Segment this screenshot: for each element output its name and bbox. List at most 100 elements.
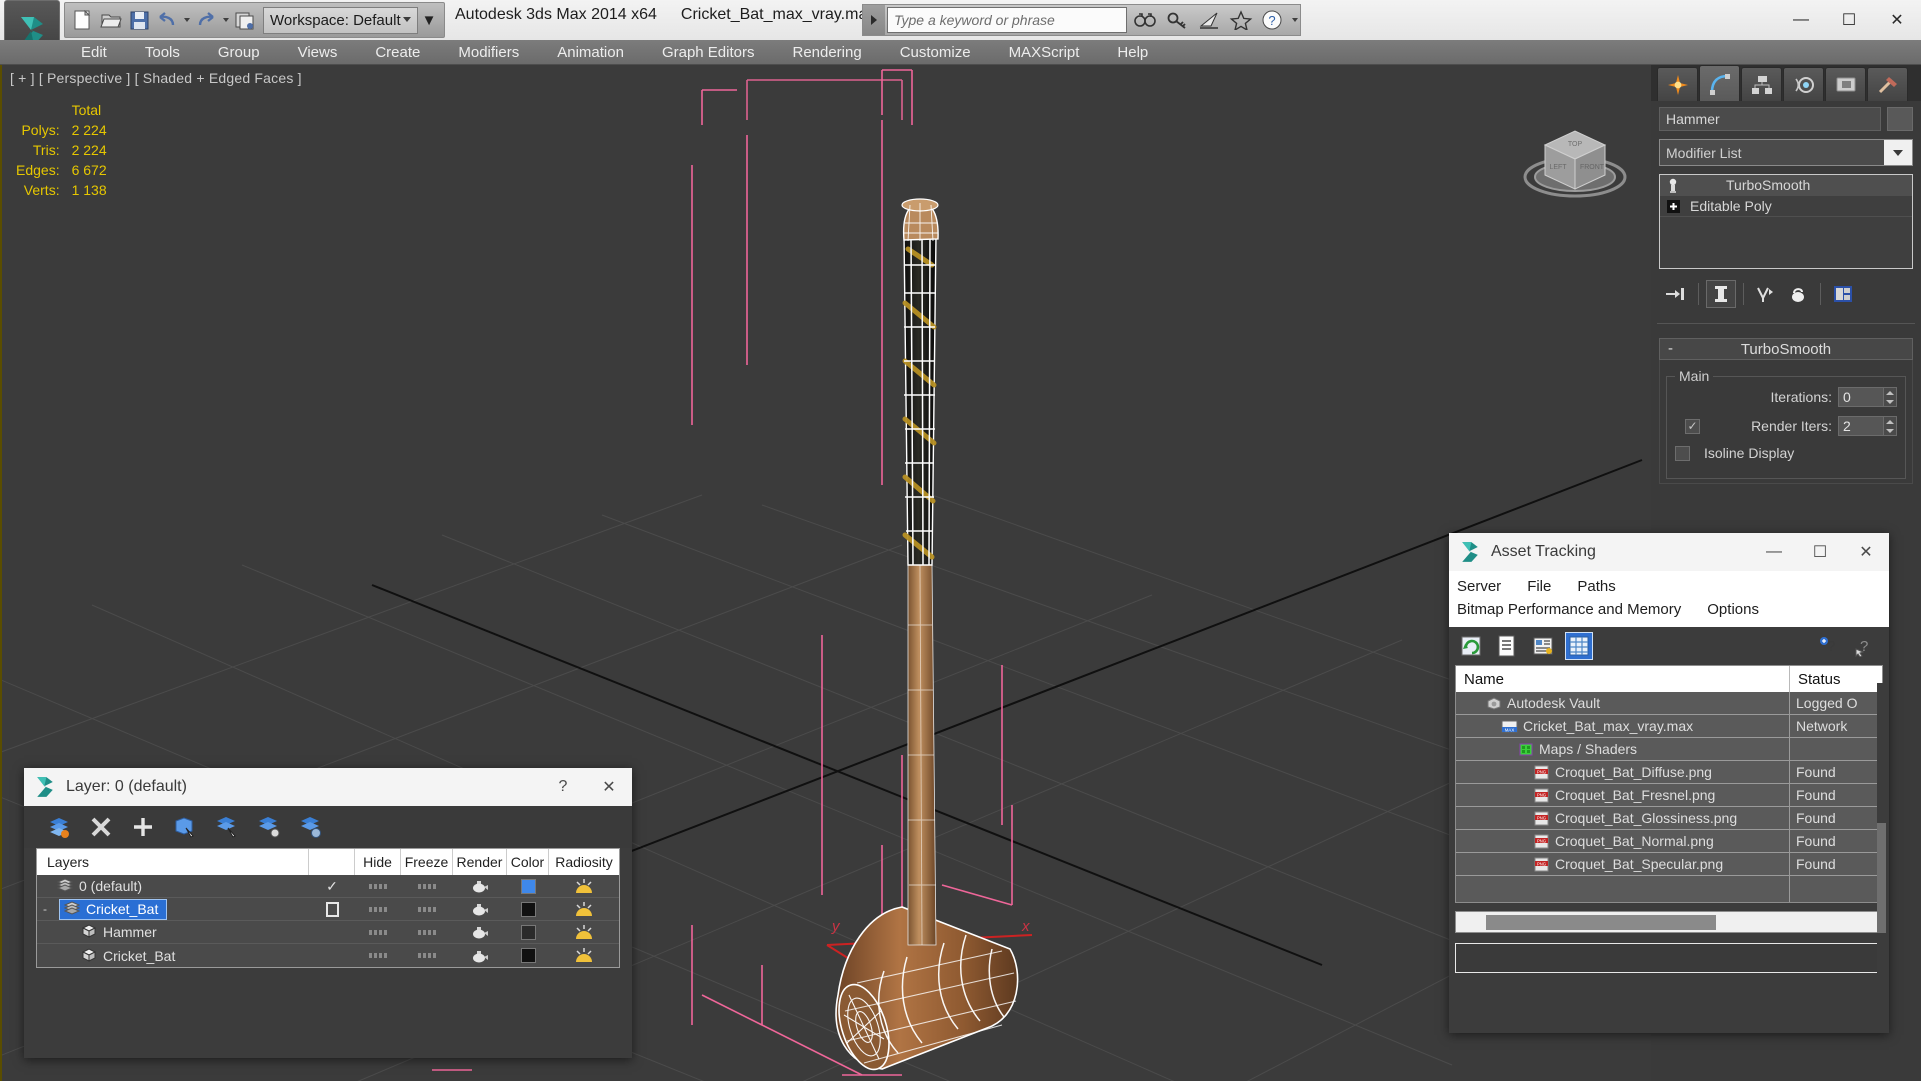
- new-file-icon[interactable]: [69, 5, 97, 35]
- layer-col-color[interactable]: Color: [507, 849, 549, 875]
- menu-modifiers[interactable]: Modifiers: [439, 40, 538, 65]
- layer-properties-icon[interactable]: [298, 814, 324, 840]
- pin-stack-icon[interactable]: [1661, 280, 1691, 308]
- scrollbar-thumb[interactable]: [1486, 915, 1716, 930]
- menu-customize[interactable]: Customize: [881, 40, 990, 65]
- light-bulb-icon[interactable]: [1664, 177, 1682, 193]
- modifier-list-dropdown[interactable]: Modifier List: [1659, 139, 1913, 166]
- layer-col-render[interactable]: Render: [453, 849, 507, 875]
- detail-view-icon[interactable]: [1529, 632, 1557, 660]
- modify-tab[interactable]: [1699, 65, 1740, 101]
- iterations-value[interactable]: 0: [1838, 387, 1884, 407]
- hierarchy-tab[interactable]: [1741, 67, 1782, 101]
- highlight-selected-objects-layer-icon[interactable]: [256, 814, 282, 840]
- radiosity-icon[interactable]: [549, 924, 619, 941]
- menu-group[interactable]: Group: [199, 40, 279, 65]
- render-toggle[interactable]: [453, 925, 507, 939]
- hide-toggle[interactable]: [355, 906, 401, 912]
- add-selection-to-layer-icon[interactable]: [130, 814, 156, 840]
- refresh-icon[interactable]: [1457, 632, 1485, 660]
- hide-toggle[interactable]: [355, 929, 401, 935]
- iterations-spin-buttons[interactable]: [1884, 387, 1897, 407]
- menu-paths[interactable]: Paths: [1577, 575, 1627, 598]
- radiosity-icon[interactable]: [549, 901, 619, 918]
- motion-tab[interactable]: [1783, 67, 1824, 101]
- favorites-star-icon[interactable]: [1225, 5, 1257, 35]
- new-layer-icon[interactable]: [46, 814, 72, 840]
- utilities-tab[interactable]: [1867, 67, 1908, 101]
- menu-server[interactable]: Server: [1457, 575, 1513, 598]
- menu-create[interactable]: Create: [356, 40, 439, 65]
- render-toggle[interactable]: [453, 949, 507, 963]
- redo-dropdown-icon[interactable]: [220, 5, 231, 35]
- view-cube[interactable]: TOP LEFT FRONT: [1515, 105, 1635, 215]
- menu-animation[interactable]: Animation: [538, 40, 643, 65]
- layer-col-layers[interactable]: Layers: [37, 849, 309, 875]
- close-button[interactable]: ✕: [1873, 0, 1921, 40]
- table-row[interactable]: PNG Croquet_Bat_Glossiness.png Found: [1456, 807, 1882, 830]
- render-iters-spin-buttons[interactable]: [1884, 416, 1897, 436]
- viewport-label[interactable]: [ + ] [ Perspective ] [ Shaded + Edged F…: [10, 70, 302, 86]
- menu-graph-editors[interactable]: Graph Editors: [643, 40, 774, 65]
- create-tab[interactable]: [1657, 67, 1698, 101]
- menu-rendering[interactable]: Rendering: [773, 40, 880, 65]
- remove-modifier-icon[interactable]: [1783, 280, 1813, 308]
- satellite-dish-icon[interactable]: [1193, 5, 1225, 35]
- iterations-spinner[interactable]: 0: [1838, 387, 1897, 407]
- maximize-button[interactable]: ☐: [1825, 0, 1873, 40]
- menu-options[interactable]: Options: [1707, 598, 1771, 621]
- isoline-display-checkbox[interactable]: [1675, 445, 1690, 461]
- render-toggle[interactable]: [453, 902, 507, 916]
- undo-dropdown-icon[interactable]: [181, 5, 192, 35]
- color-swatch[interactable]: [507, 901, 549, 917]
- asset-list[interactable]: Name Status Autodesk Vault Logged O MAX …: [1455, 665, 1883, 903]
- layer-col-freeze[interactable]: Freeze: [401, 849, 453, 875]
- configure-modifier-sets-icon[interactable]: [1828, 280, 1858, 308]
- maximize-button[interactable]: ☐: [1797, 533, 1843, 571]
- search-expand-icon[interactable]: [863, 5, 885, 35]
- toolbar-overflow-button[interactable]: ▼: [418, 5, 440, 35]
- save-file-icon[interactable]: [125, 5, 153, 35]
- show-end-result-icon[interactable]: [1706, 280, 1736, 308]
- radiosity-icon[interactable]: [549, 947, 619, 964]
- stack-item-turbosmooth[interactable]: TurboSmooth: [1660, 175, 1912, 196]
- list-view-icon[interactable]: [1493, 632, 1521, 660]
- render-iters-checkbox[interactable]: ✓: [1685, 418, 1700, 434]
- radiosity-icon[interactable]: [549, 878, 619, 895]
- menu-edit[interactable]: Edit: [62, 40, 126, 65]
- freeze-toggle[interactable]: [401, 906, 453, 912]
- workspace-select[interactable]: Workspace: Default: [263, 6, 418, 34]
- help-dropdown-icon[interactable]: [1289, 5, 1300, 35]
- modifier-stack[interactable]: TurboSmooth Editable Poly: [1659, 174, 1913, 269]
- menu-help[interactable]: Help: [1098, 40, 1167, 65]
- search-binoculars-icon[interactable]: [1129, 5, 1161, 35]
- asset-tracking-window[interactable]: Asset Tracking — ☐ ✕ Server File Paths B…: [1449, 533, 1889, 1033]
- make-unique-icon[interactable]: [1751, 280, 1781, 308]
- minimize-button[interactable]: —: [1777, 0, 1825, 40]
- table-row[interactable]: PNG Croquet_Bat_Specular.png Found: [1456, 853, 1882, 876]
- stack-item-editable-poly[interactable]: Editable Poly: [1660, 196, 1912, 217]
- asset-tracking-titlebar[interactable]: Asset Tracking — ☐ ✕: [1449, 533, 1889, 571]
- redo-icon[interactable]: [192, 5, 220, 35]
- layer-window[interactable]: Layer: 0 (default) ? ✕ Layers Hide Freez…: [24, 768, 632, 1058]
- scrollbar-thumb[interactable]: [1877, 823, 1886, 933]
- menu-maxscript[interactable]: MAXScript: [990, 40, 1099, 65]
- layer-col-current[interactable]: [309, 849, 355, 875]
- asset-col-status[interactable]: Status: [1790, 666, 1882, 692]
- current-layer-check[interactable]: ✓: [309, 878, 355, 895]
- turbosmooth-rollout-header[interactable]: - TurboSmooth: [1659, 338, 1913, 360]
- table-row[interactable]: 0 (default) ✓: [37, 875, 619, 898]
- render-iters-value[interactable]: 2: [1838, 416, 1884, 436]
- freeze-toggle[interactable]: [401, 929, 453, 935]
- display-tab[interactable]: [1825, 67, 1866, 101]
- color-swatch[interactable]: [507, 878, 549, 894]
- expand-plus-icon[interactable]: [1664, 198, 1682, 214]
- undo-icon[interactable]: [153, 5, 181, 35]
- chevron-down-icon[interactable]: [1884, 140, 1912, 165]
- menu-tools[interactable]: Tools: [126, 40, 199, 65]
- object-color-swatch[interactable]: [1887, 107, 1913, 131]
- search-input[interactable]: Type a keyword or phrase: [887, 7, 1127, 33]
- table-row[interactable]: PNG Croquet_Bat_Diffuse.png Found: [1456, 761, 1882, 784]
- color-swatch[interactable]: [507, 948, 549, 963]
- table-view-icon[interactable]: [1565, 632, 1593, 660]
